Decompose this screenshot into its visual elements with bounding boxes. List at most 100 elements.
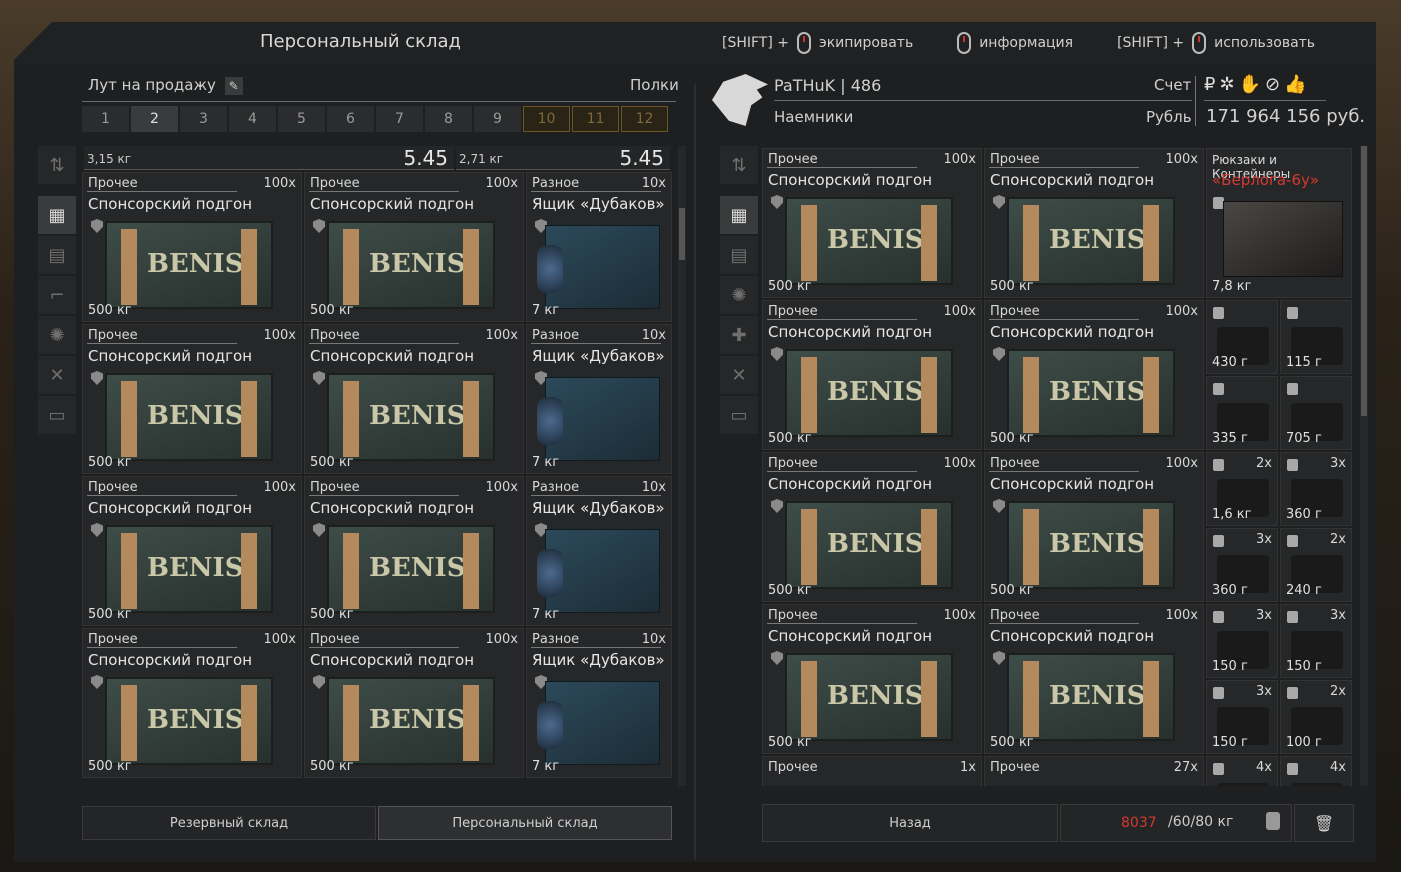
- item-cell[interactable]: Прочее 100x Спонсорский подгон BENIS 500 кг: [984, 452, 1204, 602]
- item-category: Прочее: [88, 632, 138, 647]
- gear-icon[interactable]: ✲: [1219, 74, 1238, 95]
- stack-weight: 3,15 кг: [87, 152, 132, 166]
- filter-dropdown[interactable]: Лут на продажу ✎: [88, 76, 243, 95]
- shelf-tab-2[interactable]: 2: [131, 106, 178, 132]
- sort-icon[interactable]: ⇅: [720, 146, 758, 184]
- small-item-cell[interactable]: 3x 150 г: [1280, 604, 1352, 678]
- coin-icon[interactable]: ⊘: [1265, 74, 1284, 95]
- reserve-storage-button[interactable]: Резервный склад: [82, 806, 376, 840]
- item-cell[interactable]: Прочее 1x: [762, 756, 982, 786]
- item-name: Спонсорский подгон: [310, 651, 475, 669]
- item-count: 3x: [1256, 608, 1272, 623]
- capacity-current: 8037: [1121, 815, 1157, 831]
- item-cell[interactable]: Прочее 100x Спонсорский подгон BENIS 500 кг: [82, 324, 302, 474]
- item-underline: [989, 319, 1139, 320]
- item-cell[interactable]: Прочее 100x Спонсорский подгон BENIS 500 кг: [304, 324, 524, 474]
- trash-icon[interactable]: 🗑: [1294, 804, 1354, 842]
- item-cell[interactable]: Разное 10x Ящик «Дубаков» 7 кг: [526, 324, 672, 474]
- armor-category-icon[interactable]: ▤: [720, 236, 758, 274]
- item-underline: [767, 167, 917, 168]
- medkit-category-icon[interactable]: ✚: [720, 316, 758, 354]
- artifact-category-icon[interactable]: ✺: [38, 316, 76, 354]
- small-item-cell[interactable]: 2x 240 г: [1280, 528, 1352, 602]
- item-count: 100x: [1165, 304, 1198, 319]
- window-title: Персональный склад: [260, 31, 462, 52]
- item-weight: 335 г: [1212, 431, 1248, 446]
- item-category: Прочее: [88, 328, 138, 343]
- shelf-tab-9[interactable]: 9: [474, 106, 521, 132]
- shelf-tab-3[interactable]: 3: [180, 106, 227, 132]
- small-item-cell[interactable]: 3x 150 г: [1206, 604, 1278, 678]
- item-cell[interactable]: Прочее 100x Спонсорский подгон BENIS 500 кг: [762, 148, 982, 298]
- small-item-cell[interactable]: 2x 1,6 кг: [1206, 452, 1278, 526]
- small-item-cell[interactable]: 115 г: [1280, 300, 1352, 374]
- item-cell[interactable]: Прочее 27x: [984, 756, 1204, 786]
- lock-icon: [1213, 383, 1224, 395]
- shelf-tab-11[interactable]: 11: [572, 106, 619, 132]
- item-count: 2x: [1330, 532, 1346, 547]
- item-cell[interactable]: Прочее 100x Спонсорский подгон BENIS 500 кг: [82, 628, 302, 778]
- tools-category-icon[interactable]: ✕: [38, 356, 76, 394]
- weapon-category-icon[interactable]: ⌐: [38, 276, 76, 314]
- thumb-icon[interactable]: 👍: [1284, 74, 1310, 95]
- player-faction: Наемники: [774, 108, 854, 126]
- item-underline: [87, 191, 237, 192]
- item-cell[interactable]: Прочее 100x Спонсорский подгон BENIS 500 кг: [984, 148, 1204, 298]
- back-button[interactable]: Назад: [762, 804, 1058, 842]
- shelf-tab-5[interactable]: 5: [278, 106, 325, 132]
- small-item-cell[interactable]: 4x: [1206, 756, 1278, 786]
- item-cell[interactable]: Прочее 100x Спонсорский подгон BENIS 500 кг: [984, 604, 1204, 754]
- shelf-tab-6[interactable]: 6: [327, 106, 374, 132]
- item-cell[interactable]: Разное 10x Ящик «Дубаков» 7 кг: [526, 172, 672, 322]
- small-item-cell[interactable]: 4x: [1280, 756, 1352, 786]
- item-cell[interactable]: Прочее 100x Спонсорский подгон BENIS 500 кг: [304, 476, 524, 626]
- small-item-cell[interactable]: 335 г: [1206, 376, 1278, 450]
- right-scrollbar[interactable]: [1360, 146, 1368, 786]
- item-cell[interactable]: Прочее 100x Спонсорский подгон BENIS 500 кг: [762, 452, 982, 602]
- small-item-cell[interactable]: 2x 100 г: [1280, 680, 1352, 754]
- shelf-tab-7[interactable]: 7: [376, 106, 423, 132]
- container-category-icon[interactable]: ▭: [720, 396, 758, 434]
- item-cell[interactable]: Прочее 100x Спонсорский подгон BENIS 500 кг: [82, 476, 302, 626]
- small-item-cell[interactable]: 3x 360 г: [1206, 528, 1278, 602]
- shield-icon: [313, 371, 325, 385]
- ruble-icon[interactable]: ₽: [1204, 74, 1219, 95]
- item-cell[interactable]: Прочее 100x Спонсорский подгон BENIS 500 кг: [304, 628, 524, 778]
- item-cell[interactable]: Разное 10x Ящик «Дубаков» 7 кг: [526, 628, 672, 778]
- backpack-cell[interactable]: Рюкзаки и Контейнеры «Берлога-6у» 7,8 кг: [1206, 148, 1352, 298]
- hint-label: использовать: [1214, 35, 1316, 51]
- shelf-tab-10[interactable]: 10: [523, 106, 570, 132]
- shelf-tab-4[interactable]: 4: [229, 106, 276, 132]
- small-item-cell[interactable]: 3x 360 г: [1280, 452, 1352, 526]
- item-cell[interactable]: Разное 10x Ящик «Дубаков» 7 кг: [526, 476, 672, 626]
- item-cell[interactable]: Прочее 100x Спонсорский подгон BENIS 500 кг: [762, 604, 982, 754]
- shelf-tab-12[interactable]: 12: [621, 106, 668, 132]
- small-item-cell[interactable]: 3x 150 г: [1206, 680, 1278, 754]
- artifact-category-icon[interactable]: ✺: [720, 276, 758, 314]
- item-count: 100x: [485, 480, 518, 495]
- item-image-crate: BENIS: [785, 501, 953, 589]
- item-weight: 500 кг: [990, 735, 1034, 750]
- shelf-tab-1[interactable]: 1: [82, 106, 129, 132]
- item-name: Ящик «Дубаков»: [532, 347, 665, 365]
- item-cell[interactable]: Прочее 100x Спонсорский подгон BENIS 500 кг: [984, 300, 1204, 450]
- armor-category-icon[interactable]: ▤: [38, 236, 76, 274]
- tools-category-icon[interactable]: ✕: [720, 356, 758, 394]
- sort-icon[interactable]: ⇅: [38, 146, 76, 184]
- personal-storage-button[interactable]: Персональный склад: [378, 806, 672, 840]
- item-cell[interactable]: Прочее 100x Спонсорский подгон BENIS 500 кг: [82, 172, 302, 322]
- grid-view-icon[interactable]: ▦: [720, 196, 758, 234]
- small-item-cell[interactable]: 430 г: [1206, 300, 1278, 374]
- container-category-icon[interactable]: ▭: [38, 396, 76, 434]
- small-item-cell[interactable]: 705 г: [1280, 376, 1352, 450]
- left-scrollbar[interactable]: [678, 146, 686, 786]
- pencil-icon[interactable]: ✎: [224, 77, 243, 95]
- grid-view-icon[interactable]: ▦: [38, 196, 76, 234]
- item-cell[interactable]: Прочее 100x Спонсорский подгон BENIS 500 кг: [304, 172, 524, 322]
- item-weight: 500 кг: [88, 303, 132, 318]
- item-image-crate: BENIS: [1007, 501, 1175, 589]
- lock-icon: [1287, 535, 1298, 547]
- item-cell[interactable]: Прочее 100x Спонсорский подгон BENIS 500 кг: [762, 300, 982, 450]
- hand-icon[interactable]: ✋: [1239, 74, 1265, 95]
- shelf-tab-8[interactable]: 8: [425, 106, 472, 132]
